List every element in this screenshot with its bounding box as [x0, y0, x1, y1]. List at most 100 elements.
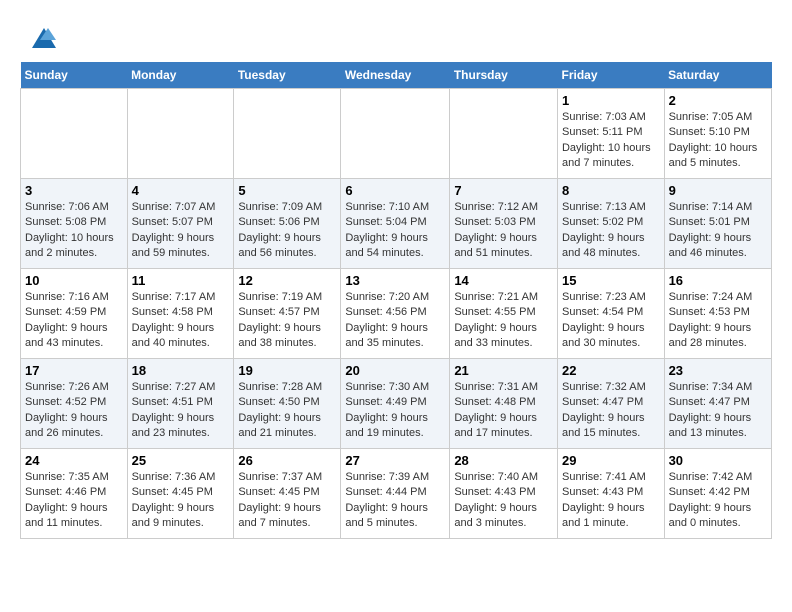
day-number: 6 — [345, 183, 445, 198]
day-info-line: Sunset: 4:44 PM — [345, 486, 426, 498]
day-info-line: Sunset: 5:03 PM — [454, 216, 535, 228]
calendar-cell: 27 Sunrise: 7:39 AMSunset: 4:44 PMDayligh… — [341, 449, 450, 539]
weekday-header-friday: Friday — [557, 62, 664, 89]
day-number: 17 — [25, 363, 123, 378]
calendar-cell: 16Sunrise: 7:24 AMSunset: 4:53 PMDayligh… — [664, 269, 771, 359]
day-info-line: Sunset: 4:53 PM — [669, 306, 750, 318]
day-info-line: Daylight: 9 hours and 0 minutes. — [669, 502, 752, 529]
calendar-cell: 2Sunrise: 7:05 AMSunset: 5:10 PMDaylight… — [664, 89, 771, 179]
day-info-line: Sunset: 4:45 PM — [132, 486, 213, 498]
weekday-header-saturday: Saturday — [664, 62, 771, 89]
day-info-line: Daylight: 9 hours and 59 minutes. — [132, 232, 215, 259]
day-info-line: Daylight: 9 hours and 11 minutes. — [25, 502, 108, 529]
day-info: Sunrise: 7:16 AMSunset: 4:59 PMDaylight:… — [25, 290, 123, 352]
day-info: Sunrise: 7:31 AMSunset: 4:48 PMDaylight:… — [454, 380, 553, 442]
day-info-line: Sunrise: 7:36 AM — [132, 471, 216, 483]
day-info-line: Sunset: 4:51 PM — [132, 396, 213, 408]
calendar-cell: 25Sunrise: 7:36 AMSunset: 4:45 PMDayligh… — [127, 449, 234, 539]
day-info: Sunrise: 7:14 AM Sunset: 5:01 PM Daylight:… — [669, 200, 767, 262]
calendar-cell: 18 Sunrise: 7:27 AM Sunset: 4:51 PM Dayligh… — [127, 359, 234, 449]
calendar-cell: 30Sunrise: 7:42 AMSunset: 4:42 PMDayligh… — [664, 449, 771, 539]
calendar-cell: 28Sunrise: 7:40 AMSunset: 4:43 PMDayligh… — [450, 449, 558, 539]
weekday-header-tuesday: Tuesday — [234, 62, 341, 89]
day-info-line: Sunrise: 7:32 AM — [562, 381, 646, 393]
day-info-line: Sunrise: 7:20 AM — [345, 291, 429, 303]
day-info-line: Sunrise: 7:21 AM — [454, 291, 538, 303]
day-info-line: Daylight: 9 hours and 30 minutes. — [562, 322, 645, 349]
day-info-line: Daylight: 9 hours and 38 minutes. — [238, 322, 321, 349]
day-info-line: Sunset: 4:59 PM — [25, 306, 106, 318]
day-info-line: Daylight: 9 hours and 23 minutes. — [132, 412, 215, 439]
day-number: 28 — [454, 453, 553, 468]
calendar-cell: 4Sunrise: 7:07 AMSunset: 5:07 PMDaylight… — [127, 179, 234, 269]
calendar-cell: 8 Sunrise: 7:13 AMSunset: 5:02 PMDaylight… — [557, 179, 664, 269]
calendar-cell: 17Sunrise: 7:26 AMSunset: 4:52 PMDayligh… — [21, 359, 128, 449]
logo — [20, 20, 56, 52]
day-info-line: Sunset: 4:49 PM — [345, 396, 426, 408]
day-info-line: Daylight: 9 hours and 54 minutes. — [345, 232, 428, 259]
day-number: 22 — [562, 363, 660, 378]
day-info-line: Sunset: 4:52 PM — [25, 396, 106, 408]
day-info-line: Daylight: 9 hours and 51 minutes. — [454, 232, 537, 259]
day-info: Sunrise: 7:26 AMSunset: 4:52 PMDaylight:… — [25, 380, 123, 442]
day-info-line: Sunrise: 7:40 AM — [454, 471, 538, 483]
day-info: Sunrise: 7:12 AM Sunset: 5:03 PM Daylight:… — [454, 200, 553, 262]
day-number: 14 — [454, 273, 553, 288]
day-info-line: Sunset: 5:10 PM — [669, 126, 750, 138]
day-info: Sunrise: 7:30 AMSunset: 4:49 PMDaylight:… — [345, 380, 445, 442]
day-info-line: Sunrise: 7:12 AM — [454, 201, 538, 213]
day-info: Sunrise: 7:34 AMSunset: 4:47 PMDaylight:… — [669, 380, 767, 442]
day-info-line: Daylight: 9 hours and 46 minutes. — [669, 232, 752, 259]
day-number: 8 — [562, 183, 660, 198]
weekday-header-monday: Monday — [127, 62, 234, 89]
day-info-line: Daylight: 9 hours and 3 minutes. — [454, 502, 537, 529]
day-info-line: Daylight: 9 hours and 35 minutes. — [345, 322, 428, 349]
calendar-cell: 13 Sunrise: 7:20 AMSunset: 4:56 PMDayligh… — [341, 269, 450, 359]
day-info-line: Sunset: 5:02 PM — [562, 216, 643, 228]
day-info: Sunrise: 7:20 AMSunset: 4:56 PMDaylight:… — [345, 290, 445, 352]
day-info-line: Daylight: 9 hours and 56 minutes. — [238, 232, 321, 259]
day-info-line: Sunrise: 7:26 AM — [25, 381, 109, 393]
day-info-line: Sunrise: 7:28 AM — [238, 381, 322, 393]
page-header — [20, 20, 772, 52]
day-info: Sunrise: 7:39 AMSunset: 4:44 PMDaylight:… — [345, 470, 445, 532]
day-info-line: Sunset: 5:01 PM — [669, 216, 750, 228]
day-info-line: Sunrise: 7:37 AM — [238, 471, 322, 483]
day-info: Sunrise: 7:24 AMSunset: 4:53 PMDaylight:… — [669, 290, 767, 352]
day-number: 21 — [454, 363, 553, 378]
day-number: 19 — [238, 363, 336, 378]
weekday-header-wednesday: Wednesday — [341, 62, 450, 89]
calendar-cell: 3Sunrise: 7:06 AMSunset: 5:08 PMDaylight… — [21, 179, 128, 269]
calendar-cell — [450, 89, 558, 179]
day-info: Sunrise: 7:03 AMSunset: 5:11 PMDaylight:… — [562, 110, 660, 172]
day-info: Sunrise: 7:36 AMSunset: 4:45 PMDaylight:… — [132, 470, 230, 532]
day-info-line: Sunset: 4:46 PM — [25, 486, 106, 498]
day-info-line: Sunrise: 7:16 AM — [25, 291, 109, 303]
day-info: Sunrise: 7:21 AMSunset: 4:55 PMDaylight:… — [454, 290, 553, 352]
day-number: 27 — [345, 453, 445, 468]
day-info: Sunrise: 7:23 AMSunset: 4:54 PMDaylight:… — [562, 290, 660, 352]
day-info-line: Sunset: 5:11 PM — [562, 126, 643, 138]
day-info-line: Sunrise: 7:17 AM — [132, 291, 216, 303]
day-number: 10 — [25, 273, 123, 288]
day-number: 18 — [132, 363, 230, 378]
day-info-line: Sunrise: 7:42 AM — [669, 471, 753, 483]
day-info-line: Daylight: 9 hours and 17 minutes. — [454, 412, 537, 439]
day-info-line: Sunset: 4:45 PM — [238, 486, 319, 498]
day-number: 13 — [345, 273, 445, 288]
day-info: Sunrise: 7:17 AMSunset: 4:58 PMDaylight:… — [132, 290, 230, 352]
day-info-line: Sunset: 4:57 PM — [238, 306, 319, 318]
day-info-line: Sunrise: 7:05 AM — [669, 111, 753, 123]
day-info-line: Sunset: 4:55 PM — [454, 306, 535, 318]
day-info-line: Sunrise: 7:06 AM — [25, 201, 109, 213]
day-info-line: Daylight: 10 hours and 2 minutes. — [25, 232, 114, 259]
calendar-cell: 10Sunrise: 7:16 AMSunset: 4:59 PMDayligh… — [21, 269, 128, 359]
day-info-line: Sunrise: 7:27 AM — [132, 381, 216, 393]
day-info-line: Sunrise: 7:14 AM — [669, 201, 753, 213]
day-info-line: Sunset: 5:07 PM — [132, 216, 213, 228]
day-number: 25 — [132, 453, 230, 468]
day-info-line: Daylight: 9 hours and 19 minutes. — [345, 412, 428, 439]
day-info: Sunrise: 7:37 AMSunset: 4:45 PMDaylight:… — [238, 470, 336, 532]
day-info: Sunrise: 7:13 AMSunset: 5:02 PMDaylight:… — [562, 200, 660, 262]
day-number: 23 — [669, 363, 767, 378]
